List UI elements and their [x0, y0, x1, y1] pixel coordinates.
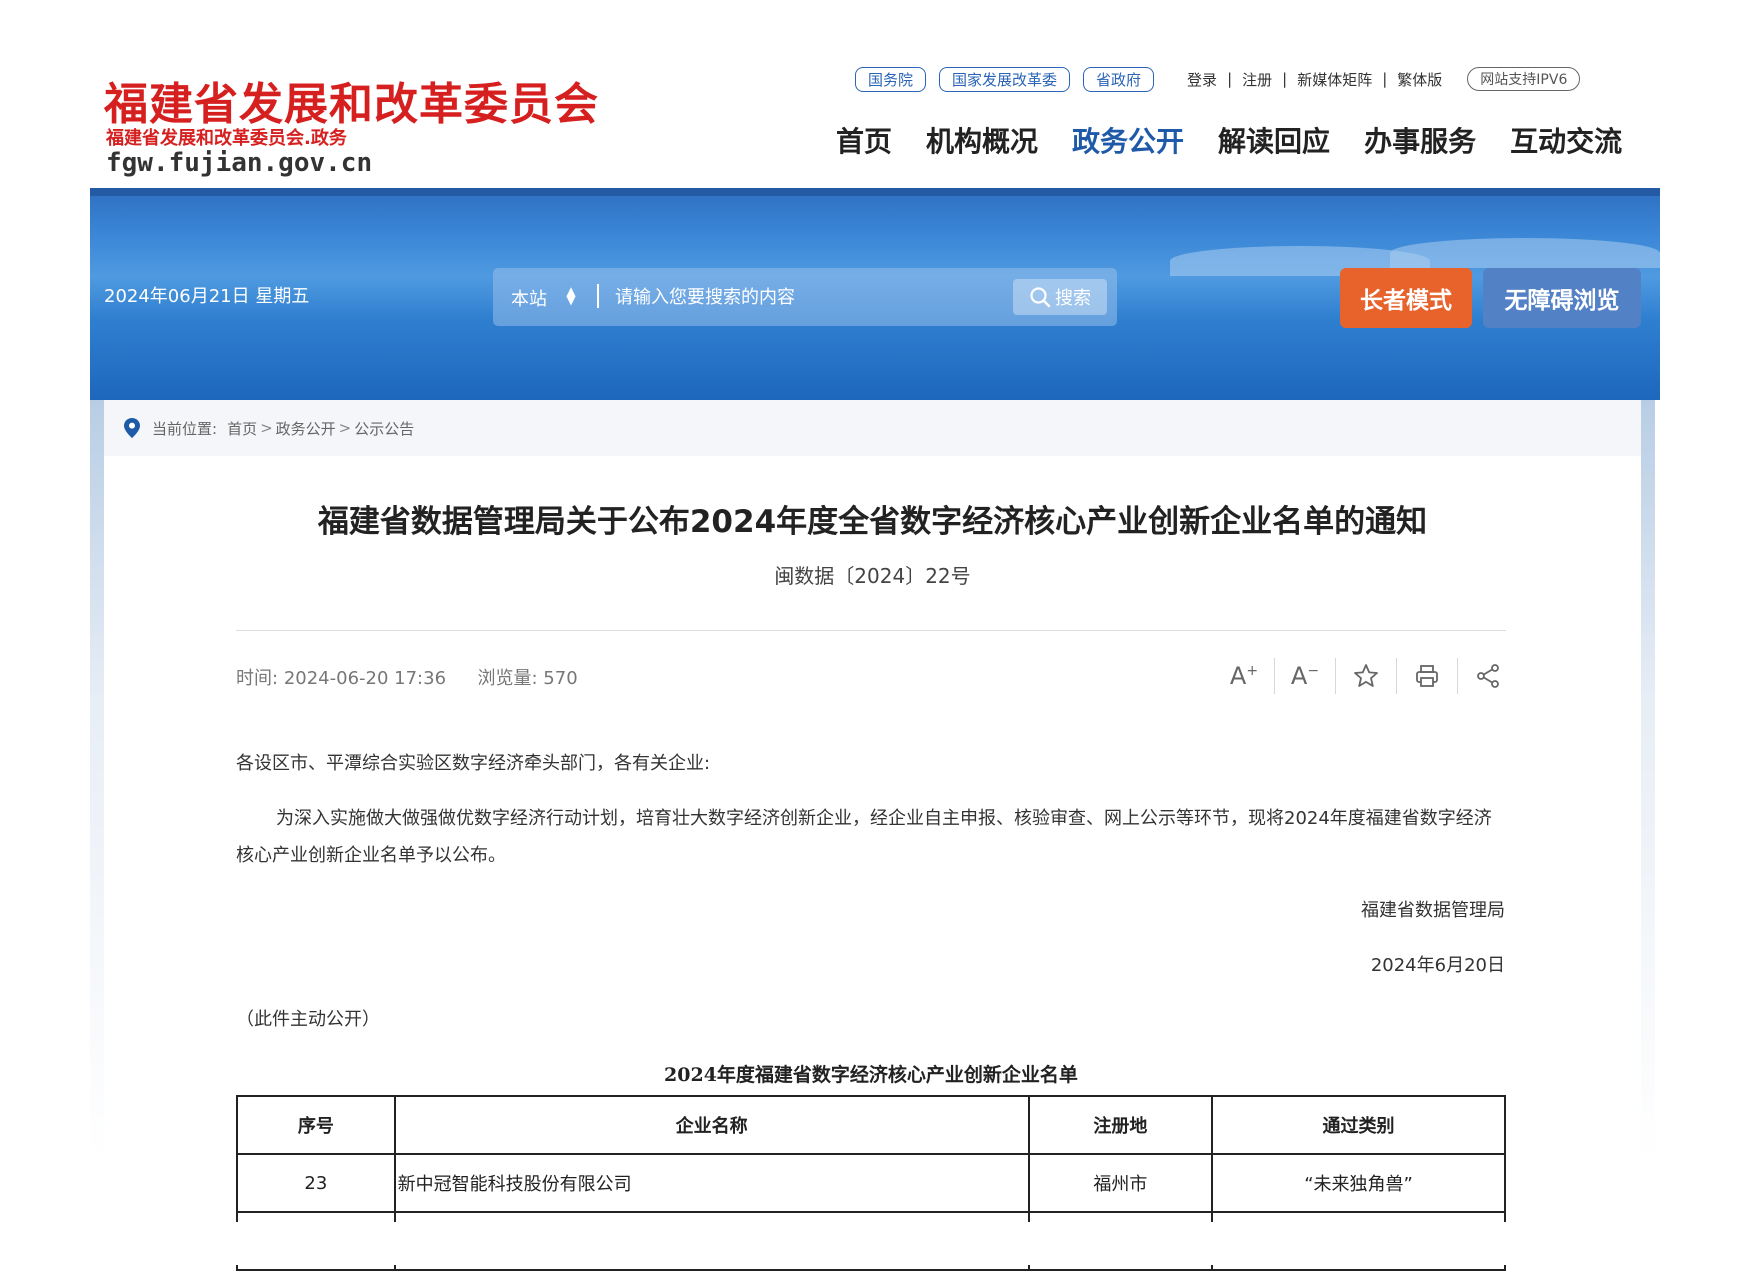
link-ndrc[interactable]: 国家发展改革委	[939, 66, 1071, 92]
top-links: 国务院 国家发展改革委 省政府 登录 | 注册 | 新媒体矩阵 | 繁体版 网站…	[855, 65, 1581, 93]
view-count: 570	[543, 668, 578, 689]
banner-mountain	[1390, 238, 1660, 268]
cell-company: 新中冠智能科技股份有限公司	[393, 1153, 1030, 1213]
printer-icon	[1416, 665, 1438, 687]
article-tools: A+ A−	[1214, 658, 1518, 694]
publish-time: 2024-06-20 17:36	[283, 668, 447, 689]
breadcrumb: 当前位置: 首页 > 政务公开 > 公示公告	[104, 400, 1641, 456]
search-input[interactable]	[615, 282, 995, 312]
elder-mode-button[interactable]: 长者模式	[1340, 268, 1472, 328]
table-row: 23 新中冠智能科技股份有限公司 福州市 “未来独角兽”	[236, 1153, 1506, 1213]
search-scope-select[interactable]: 本站	[511, 285, 547, 311]
article-meta: 时间: 2024-06-20 17:36 浏览量: 570	[236, 664, 578, 690]
column-header-index: 序号	[236, 1095, 396, 1155]
breadcrumb-label: 当前位置:	[152, 419, 218, 438]
nav-interpretation[interactable]: 解读回应	[1218, 120, 1330, 166]
search-box: 本站 ▲▼ 搜索	[493, 268, 1117, 326]
cell-category: “未来独角兽”	[1211, 1153, 1506, 1213]
breadcrumb-home[interactable]: 首页	[227, 418, 257, 439]
column-header-category: 通过类别	[1211, 1095, 1506, 1155]
article-title: 福建省数据管理局关于公布2024年度全省数字经济核心产业创新企业名单的通知	[317, 504, 1428, 540]
print-button[interactable]	[1397, 658, 1458, 694]
banner: 2024年06月21日 星期五 本站 ▲▼ 搜索 长者模式 无障碍浏览	[90, 188, 1660, 400]
views-label: 浏览量:	[477, 668, 538, 689]
cell-index: 23	[236, 1153, 396, 1213]
nav-organization[interactable]: 机构概况	[926, 120, 1038, 166]
article-paragraph: 为深入实施做大做强做优数字经济行动计划，培育壮大数字经济创新企业，经企业自主申报…	[236, 808, 1492, 866]
breadcrumb-government-affairs[interactable]: 政务公开	[276, 418, 336, 439]
new-media-link[interactable]: 新媒体矩阵	[1297, 69, 1372, 90]
site-logo-title[interactable]: 福建省发展和改革委员会	[104, 68, 599, 132]
accessible-browse-button[interactable]: 无障碍浏览	[1483, 268, 1641, 328]
nav-services[interactable]: 办事服务	[1364, 120, 1476, 166]
share-icon	[1477, 664, 1499, 688]
nav-government-affairs[interactable]: 政务公开	[1072, 120, 1184, 166]
signing-date: 2024年6月20日	[1370, 955, 1505, 976]
nav-home[interactable]: 首页	[836, 120, 892, 166]
separator: |	[1382, 70, 1388, 88]
traditional-chinese-link[interactable]: 繁体版	[1397, 69, 1442, 90]
register-link[interactable]: 注册	[1242, 69, 1272, 90]
cell-location: 福州市	[1027, 1153, 1214, 1213]
location-pin-icon	[124, 418, 140, 438]
breadcrumb-separator: >	[260, 419, 273, 437]
ipv6-badge: 网站支持IPV6	[1467, 67, 1581, 91]
main-nav: 首页 机构概况 政务公开 解读回应 办事服务 互动交流	[836, 120, 1622, 166]
public-disclosure-note: （此件主动公开）	[236, 1009, 380, 1030]
search-button-label: 搜索	[1055, 288, 1091, 309]
login-link[interactable]: 登录	[1187, 69, 1217, 90]
font-decrease-button[interactable]: A−	[1275, 658, 1336, 694]
font-decrease-icon: A−	[1290, 662, 1320, 690]
site-logo-subtitle: 福建省发展和改革委员会.政务	[106, 128, 347, 149]
column-header-location: 注册地	[1027, 1095, 1214, 1155]
site-logo-domain: fgw.fujian.gov.cn	[106, 148, 373, 178]
site-header: 福建省发展和改革委员会 福建省发展和改革委员会.政务 fgw.fujian.go…	[90, 48, 1660, 188]
table-title: 2024年度福建省数字经济核心产业创新企业名单	[664, 1064, 1078, 1086]
page-bottom-cutoff	[0, 1222, 1745, 1265]
sort-arrows-icon[interactable]: ▲ ▼	[565, 285, 577, 306]
document-number: 闽数据〔2024〕22号	[774, 564, 971, 588]
font-increase-button[interactable]: A+	[1214, 658, 1275, 694]
share-button[interactable]	[1458, 658, 1518, 694]
breadcrumb-separator: >	[338, 419, 352, 437]
title-divider	[236, 630, 1506, 631]
column-header-company: 企业名称	[393, 1095, 1030, 1155]
star-icon	[1354, 664, 1378, 687]
current-date: 2024年06月21日 星期五	[104, 286, 310, 307]
separator: |	[1227, 70, 1233, 88]
search-icon	[1030, 287, 1051, 308]
time-label: 时间:	[236, 668, 279, 689]
font-increase-icon: A+	[1229, 662, 1259, 690]
nav-interaction[interactable]: 互动交流	[1510, 120, 1622, 166]
banner-top-line	[90, 188, 1660, 196]
salutation: 各设区市、平潭综合实验区数字经济牵头部门，各有关企业:	[236, 753, 711, 774]
side-decoration-right	[1641, 400, 1655, 1160]
separator: |	[1282, 70, 1288, 88]
side-decoration-left	[90, 400, 104, 1160]
table-header-row: 序号 企业名称 注册地 通过类别	[236, 1095, 1506, 1155]
link-state-council[interactable]: 国务院	[855, 66, 927, 92]
link-provincial-gov[interactable]: 省政府	[1083, 66, 1155, 92]
search-button[interactable]: 搜索	[1013, 279, 1107, 315]
article-container: 当前位置: 首页 > 政务公开 > 公示公告 福建省数据管理局关于公布2024年…	[104, 400, 1641, 1271]
search-divider	[597, 284, 599, 308]
breadcrumb-announcements[interactable]: 公示公告	[354, 418, 414, 439]
signing-organization: 福建省数据管理局	[1361, 900, 1505, 921]
favorite-button[interactable]	[1336, 658, 1397, 694]
